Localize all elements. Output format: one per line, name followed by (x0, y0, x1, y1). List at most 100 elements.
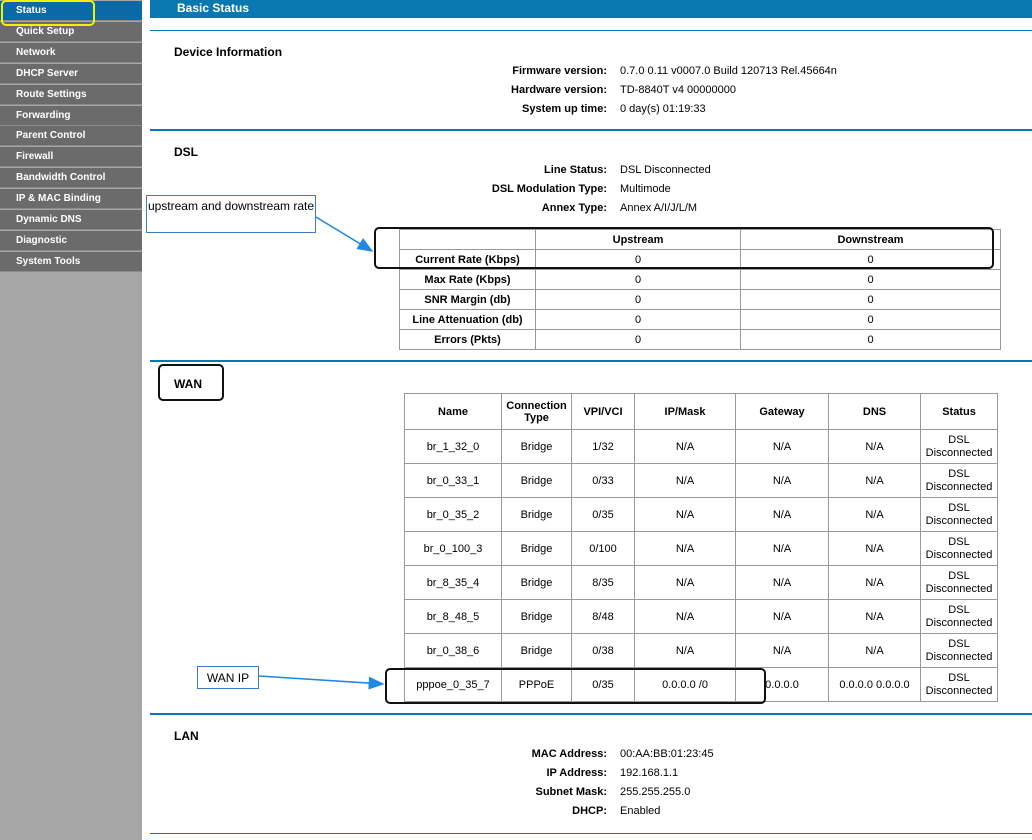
table-cell: Bridge (501, 497, 572, 532)
table-cell: N/A (735, 497, 829, 532)
dhcp-label: DHCP: (572, 805, 607, 817)
uptime-value: 0 day(s) 01:19:33 (620, 103, 706, 115)
table-cell: 8/35 (571, 565, 635, 600)
table-row: br_8_48_5 Bridge 8/48 N/A N/A N/A DSL Di… (404, 599, 998, 634)
current-rate-callout (374, 227, 994, 269)
dsl-title: DSL (174, 145, 198, 159)
table-cell: DSL Disconnected (920, 497, 998, 532)
table-cell: DSL Disconnected (920, 633, 998, 668)
table-header: Gateway (735, 393, 829, 430)
table-cell: N/A (735, 463, 829, 498)
firmware-value: 0.7.0 0.11 v0007.0 Build 120713 Rel.4566… (620, 65, 837, 77)
table-header: VPI/VCI (571, 393, 635, 430)
sidebar-item-parent-control[interactable]: Parent Control (0, 126, 142, 146)
mac-value: 00:AA:BB:01:23:45 (620, 748, 714, 760)
table-row: Max Rate (Kbps) 0 0 (399, 269, 1001, 290)
sidebar-item-system-tools[interactable]: System Tools (0, 252, 142, 272)
table-cell: DSL Disconnected (920, 463, 998, 498)
ip-label: IP Address: (546, 767, 607, 779)
rate-arrow (315, 216, 374, 252)
line-status-value: DSL Disconnected (620, 164, 711, 176)
table-cell: Bridge (501, 463, 572, 498)
sidebar-item-bandwidth-control[interactable]: Bandwidth Control (0, 168, 142, 188)
table-cell: 1/32 (571, 429, 635, 464)
table-cell: N/A (634, 599, 736, 634)
table-cell: DSL Disconnected (920, 429, 998, 464)
annex-label: Annex Type: (541, 202, 607, 214)
table-row: br_8_35_4 Bridge 8/35 N/A N/A N/A DSL Di… (404, 565, 998, 600)
sidebar-item-ip-mac-binding[interactable]: IP & MAC Binding (0, 189, 142, 209)
table-cell: DSL Disconnected (920, 667, 998, 702)
table-cell: 0 (740, 289, 1001, 310)
table-cell: br_0_35_2 (404, 497, 502, 532)
modulation-value: Multimode (620, 183, 671, 195)
wan-ip-arrow (258, 675, 385, 690)
table-cell: N/A (634, 497, 736, 532)
hardware-value: TD-8840T v4 00000000 (620, 84, 736, 96)
sidebar-item-route-settings[interactable]: Route Settings (0, 85, 142, 105)
sidebar-item-diagnostic[interactable]: Diagnostic (0, 231, 142, 251)
table-cell: Bridge (501, 633, 572, 668)
table-cell: N/A (828, 633, 921, 668)
wan-ip-callout (385, 668, 766, 704)
table-row: br_0_33_1 Bridge 0/33 N/A N/A N/A DSL Di… (404, 463, 998, 498)
table-cell: 0 (535, 329, 741, 350)
table-cell: N/A (735, 599, 829, 634)
table-row: br_0_100_3 Bridge 0/100 N/A N/A N/A DSL … (404, 531, 998, 566)
table-header: IP/Mask (634, 393, 736, 430)
sidebar-item-firewall[interactable]: Firewall (0, 147, 142, 167)
table-cell: br_0_33_1 (404, 463, 502, 498)
line-status-label: Line Status: (544, 164, 607, 176)
table-cell: N/A (735, 565, 829, 600)
table-row: br_0_35_2 Bridge 0/35 N/A N/A N/A DSL Di… (404, 497, 998, 532)
ip-value: 192.168.1.1 (620, 767, 679, 779)
annex-value: Annex A/I/J/L/M (620, 202, 698, 214)
table-cell: N/A (634, 429, 736, 464)
table-cell: 0/33 (571, 463, 635, 498)
table-cell: 0 (535, 289, 741, 310)
table-cell: br_0_100_3 (404, 531, 502, 566)
table-cell: Bridge (501, 531, 572, 566)
sidebar-item-network[interactable]: Network (0, 43, 142, 63)
divider (150, 713, 1032, 715)
table-cell: br_8_35_4 (404, 565, 502, 600)
sidebar-item-dhcp-server[interactable]: DHCP Server (0, 64, 142, 84)
mac-label: MAC Address: (531, 748, 607, 760)
divider (150, 360, 1032, 362)
table-cell: 0/38 (571, 633, 635, 668)
table-cell: N/A (828, 429, 921, 464)
table-cell: DSL Disconnected (920, 599, 998, 634)
table-row: SNR Margin (db) 0 0 (399, 289, 1001, 310)
divider (150, 833, 1032, 834)
table-header-row: Name Connection Type VPI/VCI IP/Mask Gat… (404, 393, 998, 430)
table-cell: 0.0.0.0 0.0.0.0 (828, 667, 921, 702)
sidebar-item-forwarding[interactable]: Forwarding (0, 106, 142, 126)
lan-title: LAN (174, 729, 199, 743)
page-title: Basic Status (177, 1, 250, 15)
table-cell: N/A (735, 429, 829, 464)
table-cell: N/A (828, 531, 921, 566)
divider (150, 129, 1032, 131)
modulation-label: DSL Modulation Type: (491, 183, 607, 195)
status-highlight-annotation (1, 0, 95, 26)
table-row: Line Attenuation (db) 0 0 (399, 309, 1001, 330)
hardware-label: Hardware version: (511, 84, 607, 96)
table-cell: N/A (828, 565, 921, 600)
table-cell: N/A (634, 463, 736, 498)
subnet-mask-label: Subnet Mask: (535, 786, 607, 798)
table-cell: 0 (535, 309, 741, 330)
table-header: Status (920, 393, 998, 430)
table-cell: N/A (634, 633, 736, 668)
table-cell: Bridge (501, 599, 572, 634)
table-cell: SNR Margin (db) (399, 289, 536, 310)
firmware-label: Firmware version: (512, 65, 607, 77)
table-cell: DSL Disconnected (920, 565, 998, 600)
table-cell: Max Rate (Kbps) (399, 269, 536, 290)
table-cell: 0/100 (571, 531, 635, 566)
table-cell: 8/48 (571, 599, 635, 634)
table-cell: Bridge (501, 429, 572, 464)
sidebar: Status Quick Setup Network DHCP Server R… (0, 0, 142, 840)
table-cell: 0/35 (571, 497, 635, 532)
sidebar-item-dynamic-dns[interactable]: Dynamic DNS (0, 210, 142, 230)
table-cell: N/A (735, 531, 829, 566)
